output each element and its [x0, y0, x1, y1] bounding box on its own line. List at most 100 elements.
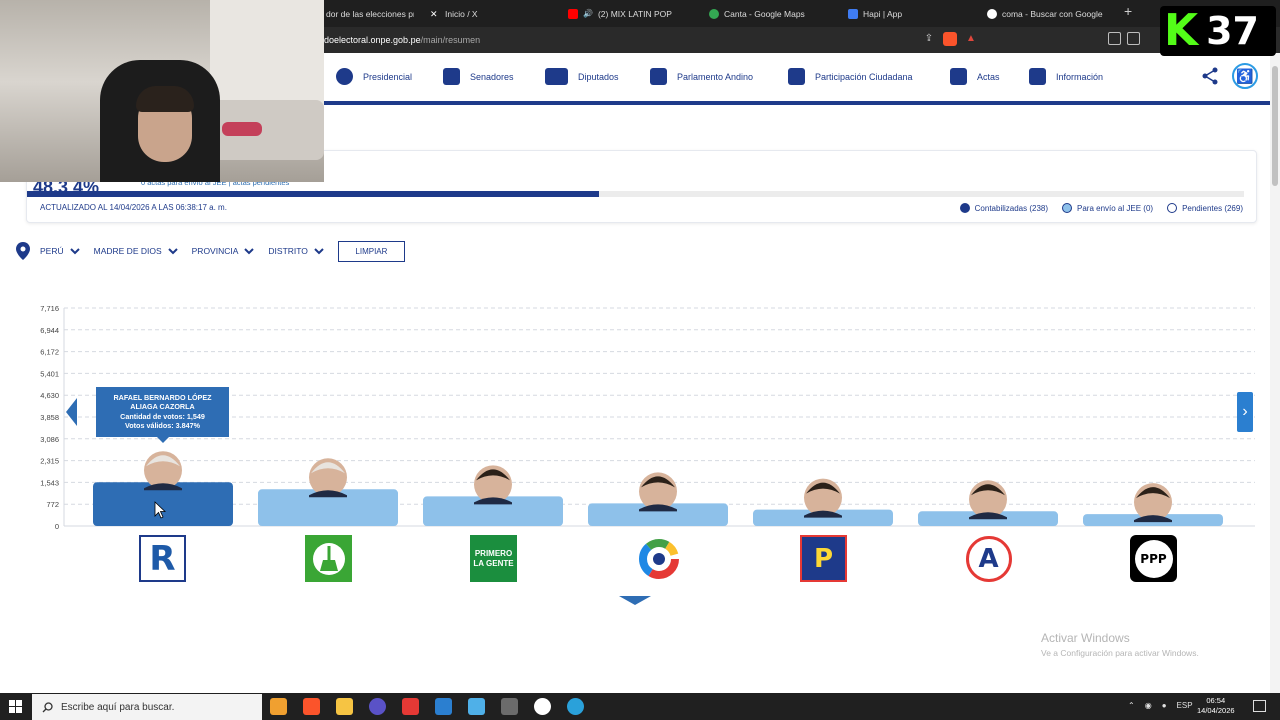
tab-label: dor de las elecciones pre — [326, 8, 414, 19]
nav-actas[interactable]: Actas — [950, 68, 1000, 85]
accessibility-icon[interactable]: ♿ — [1232, 63, 1258, 89]
primero-la-gente-icon[interactable]: PRIMERO LA GENTE — [470, 535, 517, 582]
y-tick-label: 3,858 — [40, 413, 59, 422]
tooltip-pointer — [157, 437, 169, 443]
nav-diputados[interactable]: Diputados — [545, 68, 619, 85]
logo-text: P — [813, 543, 834, 574]
tab-google-search[interactable]: coma - Buscar con Google — [987, 4, 1112, 23]
logo-text: PRIMERO LA GENTE — [473, 548, 514, 568]
y-tick-label: 772 — [46, 500, 59, 509]
y-tick-label: 1,543 — [40, 478, 59, 487]
app-blue-icon[interactable] — [435, 698, 452, 715]
obs-icon[interactable] — [369, 698, 386, 715]
y-tick-label: 6,944 — [40, 326, 59, 335]
chart-prev-arrow-icon[interactable] — [66, 398, 78, 426]
tab-google-maps[interactable]: Canta - Google Maps — [709, 4, 829, 23]
scroll-down-caret-icon[interactable] — [619, 596, 651, 605]
filter-label: PERÚ — [40, 246, 64, 256]
clear-filters-button[interactable]: LIMPIAR — [337, 240, 405, 262]
network-icon[interactable]: ◉ — [1145, 701, 1152, 710]
taskbar-search[interactable]: Escribe aquí para buscar. — [32, 694, 262, 720]
calculator-icon[interactable] — [501, 698, 518, 715]
y-tick-label: 3,086 — [40, 435, 59, 444]
new-tab-button[interactable]: + — [1124, 3, 1132, 19]
legend-para-envio: Para envío al JEE (0) — [1062, 203, 1153, 213]
notepad-icon[interactable] — [468, 698, 485, 715]
input-language[interactable]: ESP — [1177, 701, 1193, 710]
legend-pendientes: Pendientes (269) — [1167, 203, 1243, 213]
chevron-up-icon[interactable]: ⌃ — [1128, 701, 1135, 710]
nav-label: Parlamento Andino — [677, 71, 754, 82]
nav-informacion[interactable]: Información — [1029, 68, 1103, 85]
progress-fill — [27, 191, 599, 197]
kick-logo-icon: K — [1164, 5, 1199, 56]
renovacion-popular-r-icon[interactable]: R — [139, 535, 186, 582]
chart-next-arrow-icon[interactable]: › — [1237, 392, 1253, 432]
tab-elecciones[interactable]: dor de las elecciones pre — [326, 4, 414, 23]
legend-contabilizadas: Contabilizadas (238) — [959, 203, 1049, 213]
file-explorer-icon[interactable] — [336, 698, 353, 715]
filter-departamento[interactable]: MADRE DE DIOS — [94, 246, 178, 256]
c-ring-party-icon[interactable] — [635, 535, 682, 582]
youtube-icon — [568, 8, 578, 19]
filter-label: PROVINCIA — [191, 246, 239, 256]
kick-viewer-badge: K 37 — [1160, 6, 1276, 56]
tab-youtube[interactable]: 🔊 (2) MIX LATIN POP — [568, 4, 688, 23]
chatgpt-icon[interactable] — [534, 698, 551, 715]
webcam-hair — [136, 86, 194, 112]
url-field[interactable]: doelectoral.onpe.gob.pe/main/resumen — [324, 35, 480, 45]
windows-taskbar: Escribe aquí para buscar. ⌃ ◉ ● ESP 06:5… — [0, 693, 1280, 720]
tab-label: Hapi | App — [863, 8, 903, 19]
filter-pais[interactable]: PERÚ — [40, 246, 80, 256]
filter-provincia[interactable]: PROVINCIA — [192, 246, 255, 256]
share-icon[interactable] — [1201, 67, 1219, 85]
nav-label: Información — [1056, 71, 1104, 82]
extensions-icon[interactable] — [1108, 32, 1121, 45]
nav-presidencial[interactable]: Presidencial — [336, 68, 412, 85]
actas-check-icon — [950, 68, 967, 85]
maps-pin-icon — [709, 8, 719, 19]
nav-participacion-ciudadana[interactable]: Participación Ciudadana — [788, 68, 913, 85]
microphone-icon[interactable]: ● — [1162, 701, 1167, 710]
broom-party-icon[interactable] — [305, 535, 352, 582]
legend-dot-icon — [1167, 203, 1178, 213]
chevron-down-icon — [314, 248, 324, 255]
nav-label: Actas — [977, 71, 1000, 82]
legend-label: Para envío al JEE (0) — [1077, 203, 1154, 213]
tab-hapi[interactable]: Hapi | App — [848, 4, 958, 23]
accion-popular-icon[interactable]: A — [965, 535, 1012, 582]
google-icon — [987, 8, 997, 19]
telegram-icon[interactable] — [567, 698, 584, 715]
sidebar-toggle-icon[interactable] — [1127, 32, 1140, 45]
filter-distrito[interactable]: DISTRITO — [268, 246, 324, 256]
legend-dot-icon — [959, 203, 970, 213]
nav-label: Senadores — [470, 71, 514, 82]
share-page-icon[interactable]: ⇪ — [922, 32, 936, 46]
ppp-icon[interactable]: PPP — [1130, 535, 1177, 582]
logo-text: R — [149, 538, 176, 579]
search-icon — [42, 701, 53, 712]
ap-circle: A — [965, 535, 1012, 582]
app-red-icon[interactable] — [402, 698, 419, 715]
podemos-icon[interactable]: P — [800, 535, 847, 582]
nav-parlamento-andino[interactable]: Parlamento Andino — [650, 68, 753, 85]
tooltip-votes: Cantidad de votos: 1,549 — [120, 411, 205, 421]
tab-x[interactable]: ✕ Inicio / X — [430, 4, 540, 23]
brave-shield-icon[interactable] — [943, 32, 957, 46]
info-document-icon — [1029, 68, 1046, 85]
taskbar-apps — [270, 698, 584, 715]
notification-icon[interactable] — [1253, 700, 1266, 712]
scrollbar-thumb[interactable] — [1272, 66, 1278, 186]
nav-senadores[interactable]: Senadores — [443, 68, 514, 85]
deputies-icon — [545, 68, 568, 85]
copilot-icon[interactable] — [270, 698, 287, 715]
search-placeholder: Escribe aquí para buscar. — [61, 701, 175, 713]
clock-time: 06:54 — [1206, 696, 1226, 705]
speaker-icon[interactable]: 🔊 — [583, 9, 593, 18]
legend-label: Contabilizadas (238) — [974, 203, 1049, 213]
tooltip-name-line1: RAFAEL BERNARDO LÓPEZ — [113, 393, 212, 402]
taskbar-clock[interactable]: 06:54 14/04/2026 — [1197, 696, 1235, 716]
brave-browser-icon[interactable] — [303, 698, 320, 715]
windows-start-icon[interactable] — [9, 700, 22, 713]
brave-rewards-icon[interactable]: ▲ — [964, 32, 978, 46]
